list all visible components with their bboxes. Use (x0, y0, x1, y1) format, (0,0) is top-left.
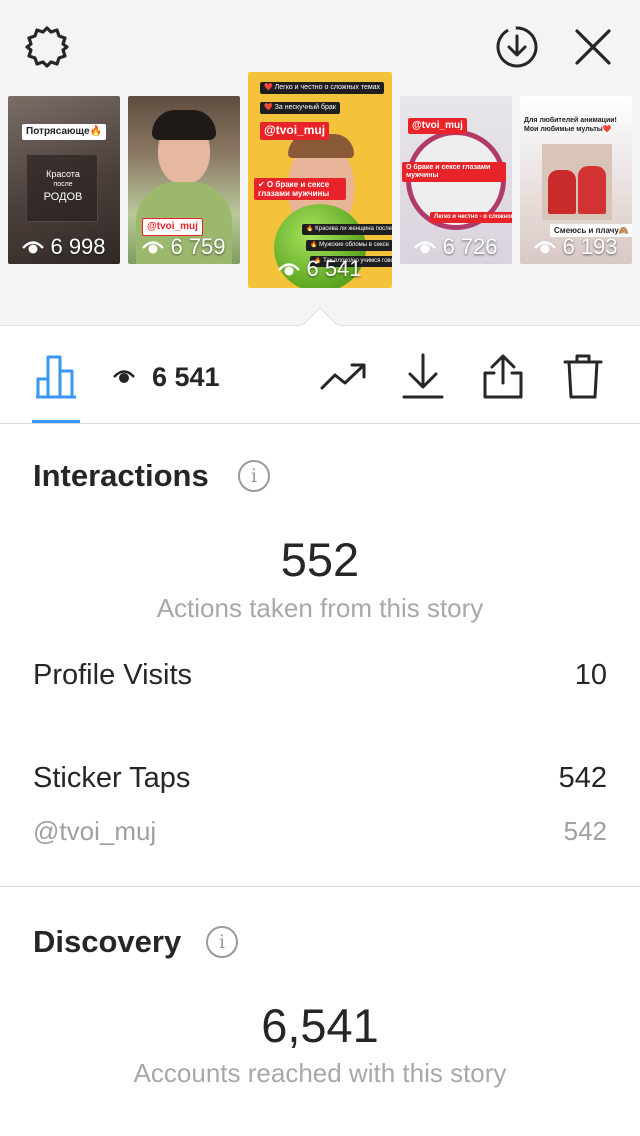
sticker-taps-label: Sticker Taps (33, 762, 191, 794)
eye-icon (22, 241, 45, 254)
story-views: 6 541 (248, 256, 392, 282)
info-icon[interactable]: i (238, 460, 270, 492)
person-red-outfit (548, 170, 576, 214)
profile-visits-row: Profile Visits 10 (33, 659, 607, 692)
story-caption: О браке и сексе глазами мужчины (402, 162, 506, 183)
sticker-handle-label: @tvoi_muj (33, 816, 157, 846)
story-caption: 🔥 Красива ли женщина после родов (302, 224, 392, 235)
profile-visits-label: Profile Visits (33, 659, 193, 691)
close-icon[interactable] (570, 24, 616, 70)
trending-up-icon[interactable] (318, 351, 370, 401)
person-hair (152, 110, 216, 140)
download-icon[interactable] (400, 351, 446, 401)
share-icon[interactable] (480, 351, 526, 401)
info-icon[interactable]: i (206, 926, 238, 958)
story-views-count: 6 726 (442, 234, 498, 259)
story-views: 6 998 (8, 234, 120, 260)
bar-chart-icon[interactable] (30, 351, 82, 401)
circle-download-icon[interactable] (494, 24, 540, 70)
story-caption: 🔥 Мужские обломы в сексе (306, 240, 392, 251)
story-thumbnail[interactable]: @tvoi_muj 6 759 (128, 96, 240, 264)
story-thumbnail[interactable]: @tvoi_muj О браке и сексе глазами мужчин… (400, 96, 512, 264)
sticker-handle-value: 542 (563, 816, 607, 846)
eye-icon (278, 263, 301, 276)
story-thumbnail[interactable]: Потрясающе🔥 Красота после РОДОВ 6 998 (8, 96, 120, 264)
view-count: 6 541 (152, 362, 220, 392)
eye-icon (112, 351, 136, 401)
discovery-subtitle: Accounts reached with this story (133, 1058, 507, 1088)
story-caption: ✔ О браке и сексе глазами мужчины (254, 178, 346, 201)
eye-icon (414, 241, 437, 254)
section-divider (0, 886, 640, 887)
story-views: 6 193 (520, 234, 632, 260)
story-photo (542, 144, 612, 220)
profile-visits-value: 10 (574, 659, 607, 691)
story-caption: после (53, 181, 73, 188)
story-caption: Красота (46, 169, 80, 179)
sticker-taps-value: 542 (558, 762, 607, 794)
story-thumbnail-selected[interactable]: ❤️ Легко и честно о сложных темах ❤️ За … (248, 72, 392, 288)
story-caption-box: Красота после РОДОВ (26, 154, 98, 222)
story-caption: @tvoi_muj (408, 118, 467, 134)
interactions-title: Interactions (33, 458, 209, 493)
sticker-handle-row: @tvoi_muj 542 (33, 816, 607, 847)
story-caption: Легко и честно - о сложном (430, 212, 512, 223)
eye-icon (534, 241, 557, 254)
discovery-total: 6,541 (261, 999, 379, 1052)
story-thumbnail[interactable]: Для любителей анимации! Мои любимые муль… (520, 96, 632, 264)
person-red-outfit (578, 166, 606, 214)
story-caption: ❤️ Легко и честно о сложных темах (260, 82, 385, 95)
story-caption: РОДОВ (43, 191, 83, 203)
story-views: 6 726 (400, 234, 512, 260)
gear-icon[interactable] (24, 24, 70, 70)
discovery-title: Discovery (33, 924, 182, 959)
story-caption: @tvoi_muj (142, 218, 203, 236)
trash-icon[interactable] (560, 351, 606, 401)
story-caption: @tvoi_muj (260, 122, 330, 140)
active-tab-indicator (32, 420, 80, 423)
story-views-count: 6 998 (50, 234, 106, 259)
interactions-total: 552 (280, 533, 360, 586)
story-views-count: 6 193 (562, 234, 618, 259)
sticker-taps-row: Sticker Taps 542 (33, 762, 607, 795)
story-caption: Для любителей анимации! Мои любимые муль… (524, 117, 617, 134)
story-caption: ❤️ За нескучный брак (260, 102, 340, 115)
story-views: 6 759 (128, 234, 240, 260)
story-views-count: 6 759 (170, 234, 226, 259)
selection-caret-icon (302, 307, 338, 326)
story-views-count: 6 541 (306, 256, 362, 281)
story-toolbar: 6 541 (0, 326, 640, 424)
interactions-subtitle: Actions taken from this story (156, 593, 484, 623)
story-caption: Потрясающе🔥 (22, 124, 106, 140)
story-strip: Потрясающе🔥 Красота после РОДОВ 6 998 @t… (0, 0, 640, 326)
eye-icon (142, 241, 165, 254)
